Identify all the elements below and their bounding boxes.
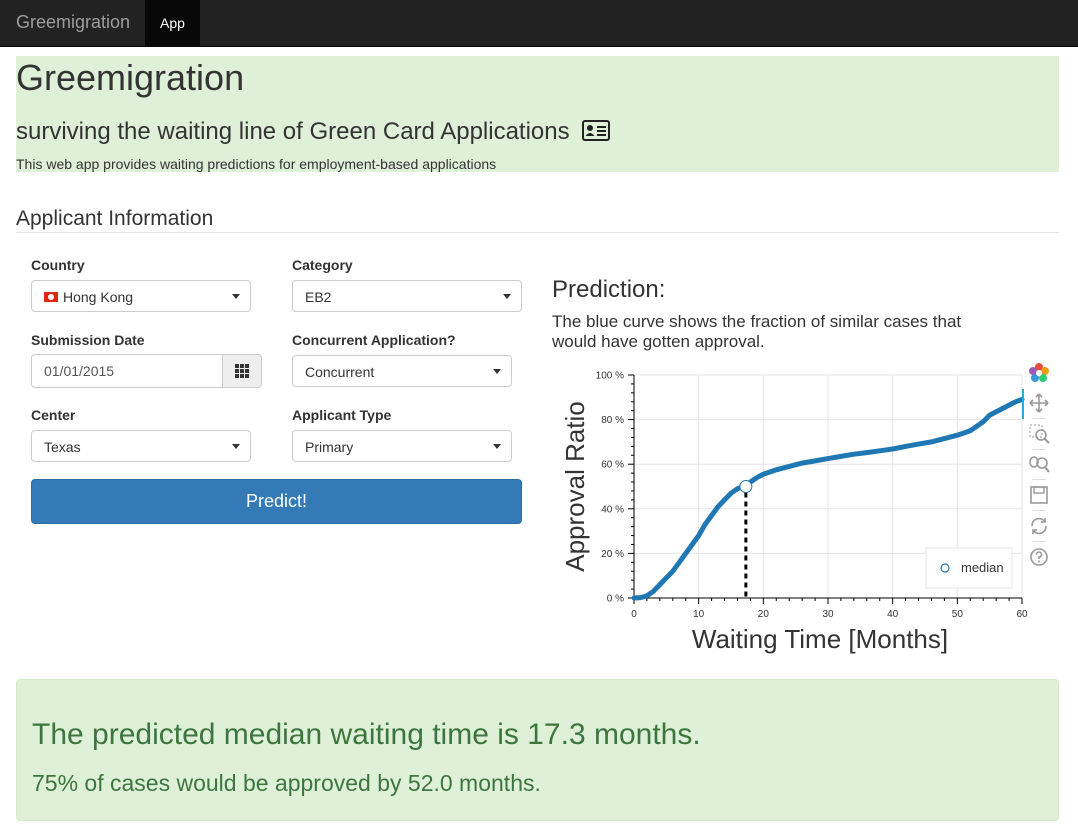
prediction-title: Prediction: — [552, 276, 666, 303]
help-icon[interactable] — [1028, 546, 1050, 568]
toolbar-separator — [1032, 479, 1046, 480]
x-tick-label: 0 — [631, 609, 637, 620]
active-tool-indicator — [1022, 389, 1024, 419]
x-tick-label: 10 — [693, 609, 705, 620]
x-tick-label: 50 — [952, 609, 964, 620]
y-tick-label: 60 % — [601, 460, 624, 471]
section-title: Applicant Information — [16, 207, 214, 230]
submission-date-input[interactable]: 01/01/2015 — [31, 354, 223, 388]
concurrent-label: Concurrent Application? — [292, 332, 456, 348]
category-label: Category — [292, 257, 353, 273]
x-axis-label: Waiting Time [Months] — [692, 624, 948, 654]
chevron-down-icon — [232, 294, 240, 299]
country-value: Hong Kong — [63, 289, 134, 305]
approval-chart[interactable]: 0 10 20 30 40 50 60 0 % 20 % 40 % 60 % 80 % 100 % Wai… — [552, 356, 1027, 656]
toolbar-separator — [1032, 418, 1046, 419]
chevron-down-icon — [493, 369, 501, 374]
toolbar-separator — [1032, 510, 1046, 511]
hong-kong-flag-icon — [44, 292, 58, 302]
toolbar-separator — [1032, 541, 1046, 542]
applicant-type-label: Applicant Type — [292, 407, 392, 423]
navbar-brand[interactable]: Greemigration — [16, 12, 130, 33]
pan-icon[interactable] — [1028, 392, 1050, 414]
y-tick-label: 0 % — [607, 594, 624, 605]
x-tick-label: 30 — [822, 609, 834, 620]
center-select[interactable]: Texas — [31, 430, 251, 462]
legend-label: median — [961, 560, 1004, 575]
page-title: Greemigration — [16, 57, 245, 98]
legend-marker — [940, 563, 950, 573]
id-card-icon — [582, 120, 611, 141]
result-quartile: 75% of cases would be approved by 52.0 m… — [32, 770, 541, 796]
subtitle-text: surviving the waiting line of Green Card… — [16, 118, 570, 145]
y-axis-label: Approval Ratio — [560, 401, 590, 572]
page-subtitle: surviving the waiting line of Green Card… — [16, 118, 611, 146]
y-tick-label: 40 % — [601, 504, 624, 515]
median-point — [739, 480, 753, 493]
toolbar-separator — [1032, 449, 1046, 450]
box-zoom-icon[interactable] — [1028, 423, 1050, 445]
category-select[interactable]: EB2 — [292, 280, 522, 312]
country-label: Country — [31, 257, 85, 273]
prediction-description: The blue curve shows the fraction of sim… — [552, 312, 962, 351]
center-label: Center — [31, 407, 76, 423]
applicant-type-select[interactable]: Primary — [292, 430, 512, 462]
result-panel: The predicted median waiting time is 17.… — [16, 679, 1059, 821]
x-tick-label: 40 — [887, 609, 899, 620]
country-select[interactable]: Hong Kong — [31, 280, 251, 312]
concurrent-select[interactable]: Concurrent — [292, 355, 512, 387]
submission-date-label: Submission Date — [31, 332, 145, 348]
applicant-type-value: Primary — [305, 439, 354, 455]
page-description: This web app provides waiting prediction… — [16, 156, 497, 172]
chart-toolbar — [1022, 362, 1054, 572]
calendar-button[interactable] — [222, 354, 262, 388]
nav-tab-app[interactable]: App — [145, 0, 200, 46]
predict-button[interactable]: Predict! — [31, 479, 522, 524]
header-panel: Greemigration surviving the waiting line… — [16, 56, 1059, 172]
save-icon[interactable] — [1028, 484, 1050, 506]
y-tick-label: 80 % — [601, 415, 624, 426]
center-value: Texas — [44, 439, 81, 455]
bokeh-logo-icon[interactable] — [1028, 362, 1050, 384]
x-tick-label: 20 — [758, 609, 770, 620]
result-median: The predicted median waiting time is 17.… — [32, 718, 701, 751]
calendar-grid-icon — [235, 364, 249, 378]
wheel-zoom-icon[interactable] — [1028, 454, 1050, 476]
y-tick-label: 20 % — [601, 549, 624, 560]
reset-icon[interactable] — [1028, 515, 1050, 537]
chevron-down-icon — [493, 444, 501, 449]
category-value: EB2 — [305, 289, 332, 305]
x-tick-label: 60 — [1016, 609, 1027, 620]
chevron-down-icon — [503, 294, 511, 299]
chevron-down-icon — [232, 444, 240, 449]
section-divider — [16, 232, 1059, 233]
y-tick-label: 100 % — [596, 371, 624, 382]
concurrent-value: Concurrent — [305, 364, 375, 380]
navbar: Greemigration App — [0, 0, 1078, 47]
